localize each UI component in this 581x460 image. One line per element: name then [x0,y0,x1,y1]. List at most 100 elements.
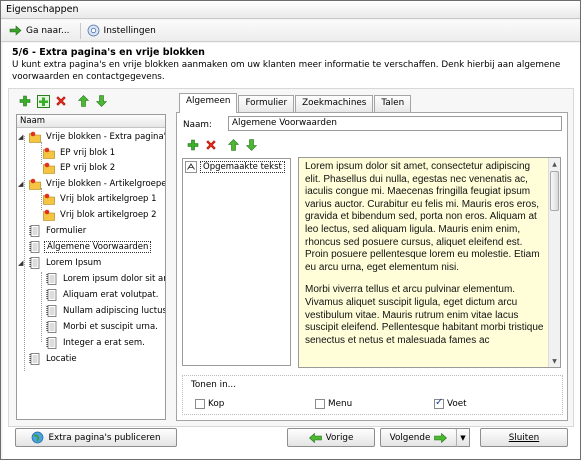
folder-icon [29,178,41,190]
tree-node-label: EP vrij blok 1 [60,148,116,158]
collapse-icon[interactable]: ◢ [18,259,27,267]
add-block-item-button[interactable] [185,137,201,153]
move-up-button[interactable] [75,93,91,109]
tree-node-page[interactable]: Locatie [29,352,79,366]
top-toolbar: Ga naar... Instellingen [1,20,580,42]
menu-checkbox[interactable]: Menu [315,399,352,409]
tree-node-subpage[interactable]: Aliquam erat volutpat. [46,288,160,302]
menu-checkbox-box[interactable] [315,399,325,409]
wizard-main: 5/6 - Extra pagina's en vrije blokken U … [3,43,580,459]
goto-button[interactable]: Ga naar... [7,22,76,40]
voet-label: Voet [447,399,467,409]
toolbar-separator [79,22,81,39]
tree-node-label: EP vrij blok 2 [60,163,116,173]
tree-body: ◢ Vrije blokken - Extra pagina's EP vrij… [17,129,165,419]
scroll-down-icon[interactable]: ▼ [549,355,560,367]
tree-node-subpage[interactable]: Integer a erat sem. [46,336,147,350]
close-label: Sluiten [508,432,540,443]
goto-label: Ga naar... [26,25,70,36]
goto-arrow-icon [9,25,22,36]
tree-node-label: Vrij blok artikelgroep 1 [60,194,157,204]
tree-node-subpage[interactable]: Lorem ipsum dolor sit ame [46,272,165,286]
tree-node-block[interactable]: EP vrij blok 2 [43,161,117,175]
block-move-down-button[interactable] [243,137,259,153]
show-in-label: Tonen in... [191,380,237,390]
block-icon [43,209,55,221]
block-move-up-button[interactable] [225,137,241,153]
settings-gear-icon [87,24,99,37]
block-toolbar [185,137,261,153]
page-icon [46,321,57,333]
scroll-thumb[interactable] [550,171,559,211]
tree-line [24,136,25,371]
tree-node-folder[interactable]: ◢ Vrije blokken - Extra pagina's [18,130,165,144]
tree-node-label: Nullam adipiscing luctus s [63,306,165,316]
block-list-item[interactable]: Opgemaakte tekst [185,161,285,173]
tab-talen[interactable]: Talen [374,95,412,112]
tree-node-block[interactable]: Vrij blok artikelgroep 1 [43,192,159,206]
arrow-down-icon [95,95,107,107]
move-down-button[interactable] [93,93,109,109]
tab-formulier[interactable]: Formulier [238,95,295,112]
tree-column-header: Naam [17,115,165,128]
text-preview[interactable]: Lorem ipsum dolor sit amet, consectetur … [298,157,561,368]
publish-label: Extra pagina's publiceren [48,432,161,443]
add-page-button[interactable] [17,93,33,109]
tree-node-label: Integer a erat sem. [63,338,145,348]
voet-checkbox[interactable]: Voet [434,397,467,409]
tree-node-subpage[interactable]: Nullam adipiscing luctus s [46,304,165,318]
page-icon [29,257,40,269]
collapse-icon[interactable]: ◢ [18,133,27,141]
step-description: U kunt extra pagina's en vrije blokken a… [12,60,561,82]
publish-globe-icon [32,431,44,444]
tree-node-page-folder[interactable]: ◢ Lorem Ipsum [18,256,103,270]
tab-algemeen[interactable]: Algemeen [179,93,238,113]
add-block-button[interactable] [35,93,51,109]
delete-x-icon [206,140,216,150]
delete-block-item-button[interactable] [203,137,219,153]
scroll-up-icon[interactable]: ▲ [549,158,560,170]
pages-tree[interactable]: Naam ◢ Vrije blokken - Extra pagina's EP… [16,114,166,420]
arrow-up-icon [77,95,89,107]
page-icon [29,225,40,237]
tree-node-label: Aliquam erat volutpat. [63,290,159,300]
delete-button[interactable] [53,93,69,109]
kop-checkbox[interactable]: Kop [195,399,224,409]
tree-node-folder[interactable]: ◢ Vrije blokken - Artikelgroepen [18,177,165,191]
voet-checkbox-box[interactable] [434,397,444,409]
next-dropdown-arrow-icon[interactable]: ▼ [456,428,470,447]
title-bar: Eigenschappen [1,1,580,19]
settings-button[interactable]: Instellingen [85,22,162,40]
preview-scrollbar[interactable]: ▲ ▼ [548,158,560,367]
arrow-down-icon [245,139,257,151]
publish-pages-button[interactable]: Extra pagina's publiceren [15,428,177,447]
window-title: Eigenschappen [6,4,79,15]
name-input[interactable]: Algemene Voorwaarden [228,116,562,131]
properties-window: Eigenschappen Ga naar... Instellingen 5/… [0,0,581,460]
next-label: Volgende [389,432,431,443]
block-list[interactable]: Opgemaakte tekst [182,158,291,366]
collapse-icon[interactable]: ◢ [18,180,27,188]
arrow-right-icon [434,432,448,443]
arrow-up-icon [227,139,239,151]
page-icon [46,289,57,301]
delete-x-icon [56,96,66,106]
previous-label: Vorige [325,432,354,443]
name-label: Naam: [183,120,212,130]
page-icon [29,241,40,253]
tab-strip: Algemeen Formulier Zoekmachines Talen [179,93,412,113]
close-button[interactable]: Sluiten [480,428,568,447]
previous-button[interactable]: Vorige [287,428,375,447]
tree-line [41,272,42,342]
kop-checkbox-box[interactable] [195,399,205,409]
tree-node-block[interactable]: Vrij blok artikelgroep 2 [43,208,159,222]
next-button[interactable]: Volgende [380,428,457,447]
tree-node-subpage[interactable]: Morbi et suscipit urna. [46,320,160,334]
preview-paragraph: Lorem ipsum dolor sit amet, consectetur … [305,161,540,273]
page-icon [46,337,57,349]
tab-zoekmachines[interactable]: Zoekmachines [295,95,374,112]
step-title: 5/6 - Extra pagina's en vrije blokken [12,47,205,58]
tree-node-page[interactable]: Formulier [29,224,88,238]
tree-node-block[interactable]: EP vrij blok 1 [43,146,117,160]
tree-node-page-selected[interactable]: Algemene Voorwaarden [29,240,152,254]
